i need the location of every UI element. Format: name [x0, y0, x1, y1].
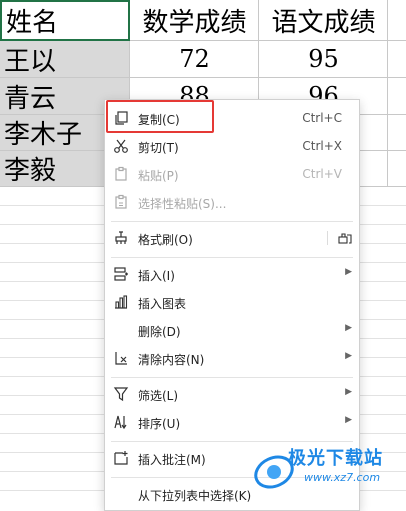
paste-special-icon: [115, 194, 127, 209]
chevron-right-icon: ▶: [345, 415, 352, 425]
menu-item-insert[interactable]: 插入(I) ▶: [105, 260, 359, 288]
menu-shortcut: Ctrl+X: [302, 139, 342, 153]
menu-label: 删除(D): [138, 325, 181, 339]
menu-item-filter[interactable]: 筛选(L) ▶: [105, 380, 359, 408]
format-painter-lock-icon[interactable]: [337, 230, 353, 246]
menu-label: 格式刷(O): [138, 233, 193, 247]
menu-label: 插入(I): [138, 269, 175, 283]
menu-shortcut: Ctrl+V: [302, 167, 342, 181]
watermark-text: 极光下载站: [288, 448, 383, 469]
cell-text: 李木子: [4, 120, 83, 150]
header-cell-name[interactable]: 姓名: [0, 0, 130, 41]
chevron-right-icon: ▶: [345, 323, 352, 333]
scissors-icon: [114, 139, 128, 153]
insert-icon: [114, 267, 128, 281]
menu-label: 清除内容(N): [138, 353, 205, 367]
menu-item-cut[interactable]: 剪切(T) Ctrl+X: [105, 132, 359, 160]
menu-separator: [111, 377, 353, 378]
header-cell-math[interactable]: 数学成绩: [130, 0, 259, 41]
chart-icon: [115, 295, 128, 309]
menu-label: 插入图表: [138, 297, 187, 311]
menu-item-paste[interactable]: 粘贴(P) Ctrl+V: [105, 160, 359, 188]
paste-icon: [115, 166, 127, 181]
menu-label: 排序(U): [138, 417, 181, 431]
cell-text: 王以: [4, 46, 57, 77]
header-text: 数学成绩: [142, 8, 247, 38]
menu-label: 选择性粘贴(S)...: [138, 197, 227, 211]
format-painter-icon: [115, 231, 127, 244]
menu-item-paste-special[interactable]: 选择性粘贴(S)...: [105, 188, 359, 216]
cell-text: 95: [308, 45, 339, 73]
menu-item-insert-chart[interactable]: 插入图表: [105, 288, 359, 316]
copy-highlight-box: [106, 100, 214, 133]
comment-icon: [114, 451, 128, 465]
menu-label: 粘贴(P): [138, 169, 179, 183]
menu-item-format-painter[interactable]: 格式刷(O): [105, 224, 359, 252]
header-text: 语文成绩: [271, 8, 376, 38]
sort-icon: [114, 415, 127, 430]
eraser-icon: [115, 352, 127, 365]
watermark-url: www.xz7.com: [304, 471, 381, 484]
math-cell[interactable]: 72: [130, 41, 259, 77]
menu-item-delete[interactable]: 删除(D) ▶: [105, 316, 359, 344]
name-cell[interactable]: 王以: [0, 41, 129, 77]
menu-vertical-separator: [327, 231, 328, 245]
menu-item-sort[interactable]: 排序(U) ▶: [105, 408, 359, 436]
header-cell-chinese[interactable]: 语文成绩: [259, 0, 388, 41]
menu-separator: [111, 221, 353, 222]
header-text: 姓名: [6, 8, 59, 38]
cell-text: 李毅: [4, 156, 57, 186]
chevron-right-icon: ▶: [345, 351, 352, 361]
cell-text: 青云: [4, 83, 57, 114]
menu-item-clear-contents[interactable]: 清除内容(N) ▶: [105, 344, 359, 372]
cell-text: 72: [179, 45, 210, 73]
menu-label: 插入批注(M): [138, 453, 206, 467]
menu-label: 筛选(L): [138, 389, 179, 403]
menu-shortcut: Ctrl+C: [302, 111, 342, 125]
chevron-right-icon: ▶: [345, 267, 352, 277]
chinese-cell[interactable]: 95: [259, 41, 388, 77]
filter-icon: [113, 387, 129, 402]
menu-separator: [111, 257, 353, 258]
menu-label: 从下拉列表中选择(K): [138, 489, 252, 503]
chevron-right-icon: ▶: [345, 387, 352, 397]
menu-label: 剪切(T): [138, 141, 179, 155]
